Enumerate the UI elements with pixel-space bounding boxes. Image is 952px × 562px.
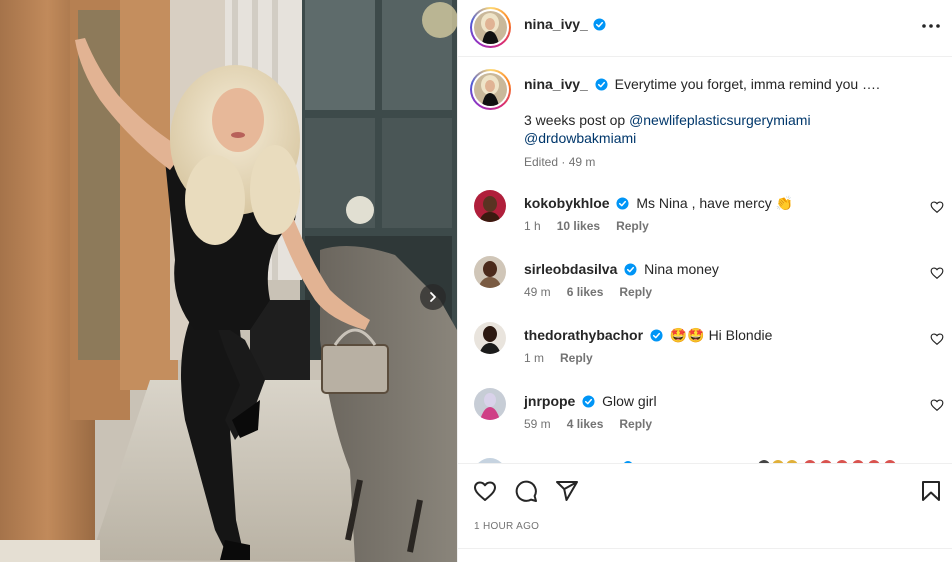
comment-likes[interactable]: 10 likes (557, 219, 600, 233)
share-icon (556, 481, 578, 501)
comment-emoji: 👏 (775, 195, 794, 211)
avatar-image (474, 11, 507, 44)
reply-button[interactable]: Reply (619, 417, 652, 431)
caption-text: Everytime you forget, imma remind you …. (614, 76, 880, 92)
commenter-username[interactable]: sirleobdasilva (524, 261, 617, 277)
comment-meta: 1 m Reply (524, 351, 593, 365)
next-photo-button[interactable] (420, 284, 446, 310)
reply-button[interactable]: Reply (619, 285, 652, 299)
mention-link[interactable]: @newlifeplasticsurgerymiami (629, 112, 811, 128)
avatar-image (474, 190, 506, 222)
like-button[interactable] (472, 478, 498, 504)
heart-icon[interactable] (930, 200, 944, 214)
more-options-button[interactable] (920, 15, 942, 37)
caption-avatar[interactable] (470, 69, 511, 110)
comment-body: kokobykhloe Ms Nina , have mercy 👏 (524, 194, 914, 212)
commenter-avatar[interactable] (474, 322, 506, 354)
comment-button[interactable] (513, 478, 539, 504)
caption-text-block: nina_ivy_ Everytime you forget, imma rem… (524, 75, 934, 171)
avatar-image (474, 256, 506, 288)
commenter-avatar[interactable] (474, 190, 506, 222)
comment-likes[interactable]: 4 likes (567, 417, 604, 431)
share-button[interactable] (554, 478, 580, 504)
post-sidebar: nina_ivy_ nina_ivy_ Everytime you forget… (458, 0, 952, 562)
comment-item-partial (474, 454, 944, 463)
chevron-right-icon (430, 292, 436, 302)
comment-body: jnrpope Glow girl (524, 392, 914, 410)
avatar[interactable] (470, 7, 511, 48)
comment-likes[interactable]: 6 likes (567, 285, 604, 299)
reply-button[interactable]: Reply (616, 219, 649, 233)
comment-meta: 59 m 4 likes Reply (524, 417, 652, 431)
header-username-row: nina_ivy_ (524, 16, 606, 32)
photo-illustration (0, 0, 457, 562)
post-header: nina_ivy_ (458, 0, 952, 57)
comment-item: kokobykhloe Ms Nina , have mercy 👏 1 h 1… (458, 190, 952, 256)
verified-badge-icon (616, 197, 630, 210)
comment-time[interactable]: 49 m (524, 285, 551, 299)
comments-area[interactable]: nina_ivy_ Everytime you forget, imma rem… (458, 58, 952, 463)
comment-text: Ms Nina , have mercy (636, 195, 772, 211)
commenter-avatar[interactable] (474, 388, 506, 420)
divider (458, 548, 952, 549)
divider (458, 463, 952, 464)
more-options-icon (922, 24, 940, 28)
verified-badge-icon (650, 329, 663, 342)
comment-time[interactable]: 59 m (524, 417, 551, 431)
comment-text: Glow girl (602, 393, 657, 409)
post-photo (0, 0, 457, 562)
verified-badge-icon (595, 78, 608, 91)
comment-time[interactable]: 1 m (524, 351, 544, 365)
commenter-username[interactable]: kokobykhloe (524, 195, 610, 211)
comment-item: jnrpope Glow girl 59 m 4 likes Reply (458, 388, 952, 454)
heart-icon[interactable] (930, 332, 944, 346)
heart-icon[interactable] (930, 398, 944, 412)
comment-body: thedorathybachor 🤩🤩 Hi Blondie (524, 326, 914, 344)
comment-text: Nina money (644, 261, 719, 277)
comment-body: sirleobdasilva Nina money (524, 260, 914, 278)
avatar-image (474, 322, 506, 354)
caption-username[interactable]: nina_ivy_ (524, 76, 588, 92)
reply-button[interactable]: Reply (560, 351, 593, 365)
comment-meta: 1 h 10 likes Reply (524, 219, 649, 233)
comment-time[interactable]: 1 h (524, 219, 541, 233)
post-timestamp[interactable]: 1 HOUR AGO (474, 521, 539, 532)
save-button[interactable] (918, 478, 944, 504)
edited-meta: Edited · 49 m (524, 155, 596, 169)
heart-icon (474, 481, 496, 501)
commenter-username[interactable]: thedorathybachor (524, 327, 643, 343)
comment-emoji: 🤩🤩 (669, 327, 705, 343)
comment-icon (515, 480, 537, 502)
commenter-avatar[interactable] (474, 256, 506, 288)
comment-item: sirleobdasilva Nina money 49 m 6 likes R… (458, 256, 952, 322)
header-username[interactable]: nina_ivy_ (524, 16, 588, 32)
commenter-username[interactable]: jnrpope (524, 393, 575, 409)
caption-line2: 3 weeks post op (524, 112, 626, 128)
avatar-image (474, 388, 506, 420)
comment-meta: 49 m 6 likes Reply (524, 285, 652, 299)
comment-item: thedorathybachor 🤩🤩 Hi Blondie 1 m Reply (458, 322, 952, 388)
mention-link[interactable]: @drdowbakmiami (524, 130, 636, 146)
verified-badge-icon (582, 395, 595, 408)
avatar-image (474, 73, 507, 106)
verified-badge-icon (624, 263, 637, 276)
comment-text: Hi Blondie (708, 327, 773, 343)
bookmark-icon (922, 481, 940, 501)
verified-badge-icon (593, 17, 606, 31)
heart-icon[interactable] (930, 266, 944, 280)
